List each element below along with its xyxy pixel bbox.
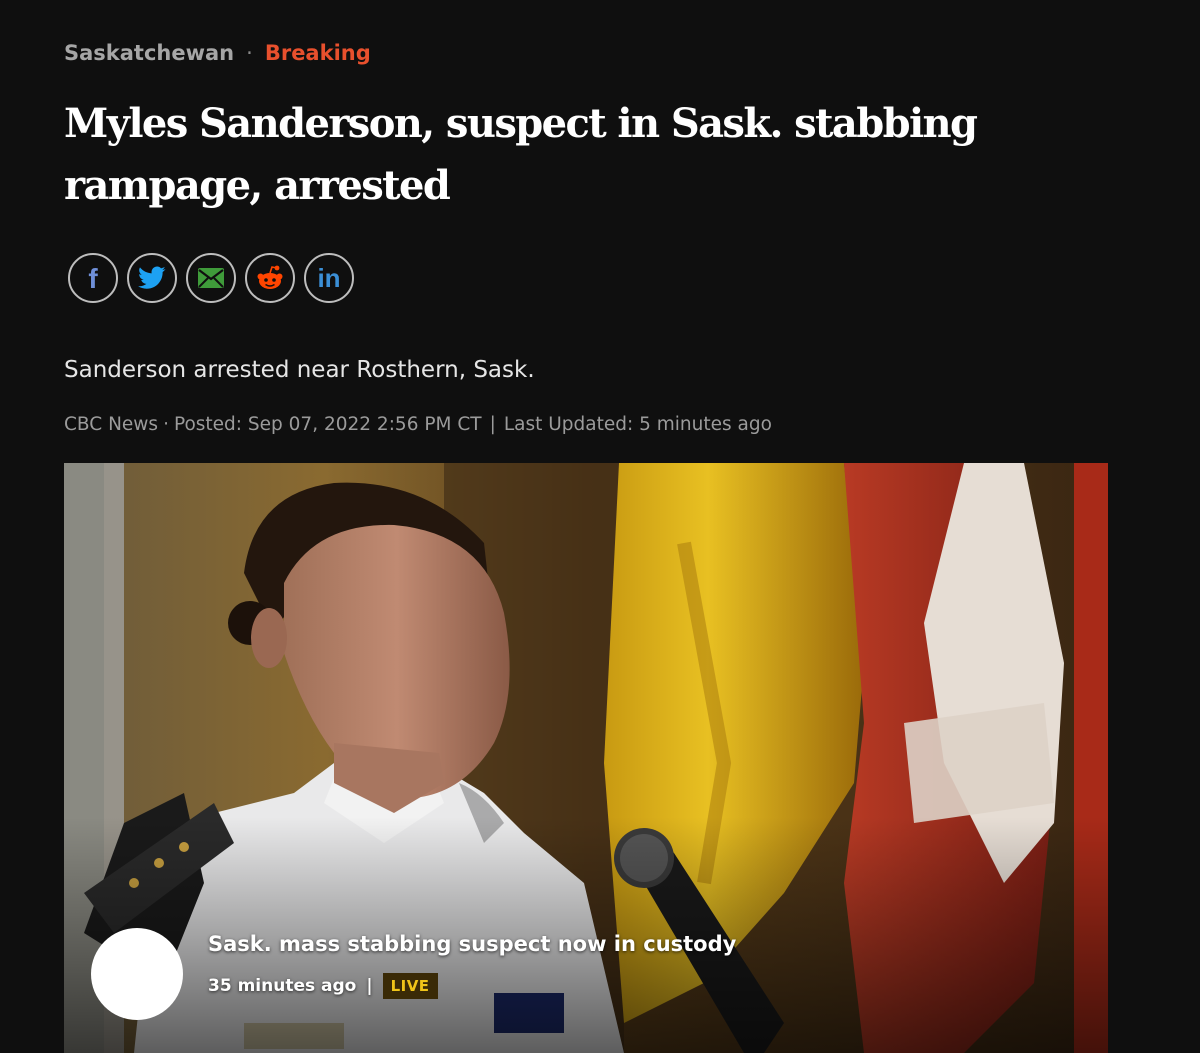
section-link[interactable]: Saskatchewan: [64, 41, 234, 65]
byline-updated: Last Updated: 5 minutes ago: [503, 414, 772, 435]
facebook-icon: f: [88, 263, 98, 294]
live-separator: |: [366, 976, 373, 996]
breadcrumb: Saskatchewan · Breaking: [64, 38, 371, 68]
share-buttons: f in: [68, 253, 354, 303]
lead-media[interactable]: Sask. mass stabbing suspect now in custo…: [64, 463, 1108, 1053]
live-meta: 35 minutes ago | LIVE: [208, 973, 438, 999]
breadcrumb-separator: ·: [246, 41, 253, 65]
linkedin-icon: in: [317, 262, 341, 293]
byline-dot: ·: [163, 414, 169, 435]
article-deck: Sanderson arrested near Rosthern, Sask.: [64, 357, 535, 383]
reddit-share-button[interactable]: [245, 253, 295, 303]
email-icon: [197, 267, 225, 289]
live-updates-card[interactable]: Sask. mass stabbing suspect now in custo…: [64, 903, 1108, 1053]
byline: CBC News · Posted: Sep 07, 2022 2:56 PM CT…: [64, 411, 772, 439]
linkedin-share-button[interactable]: in: [304, 253, 354, 303]
live-timestamp: 35 minutes ago: [208, 976, 357, 996]
page-title: Myles Sanderson, suspect in Sask. stabbi…: [64, 100, 978, 209]
live-title[interactable]: Sask. mass stabbing suspect now in custo…: [208, 927, 736, 961]
twitter-icon: [138, 266, 166, 290]
twitter-share-button[interactable]: [127, 253, 177, 303]
breaking-label: Breaking: [264, 41, 371, 65]
reddit-icon: [255, 264, 285, 292]
facebook-share-button[interactable]: f: [68, 253, 118, 303]
byline-source: CBC News: [64, 414, 159, 435]
byline-posted: Posted: Sep 07, 2022 2:56 PM CT: [173, 414, 482, 435]
live-avatar: [91, 928, 183, 1020]
live-badge: LIVE: [382, 973, 438, 999]
email-share-button[interactable]: [186, 253, 236, 303]
byline-separator: |: [489, 414, 496, 435]
